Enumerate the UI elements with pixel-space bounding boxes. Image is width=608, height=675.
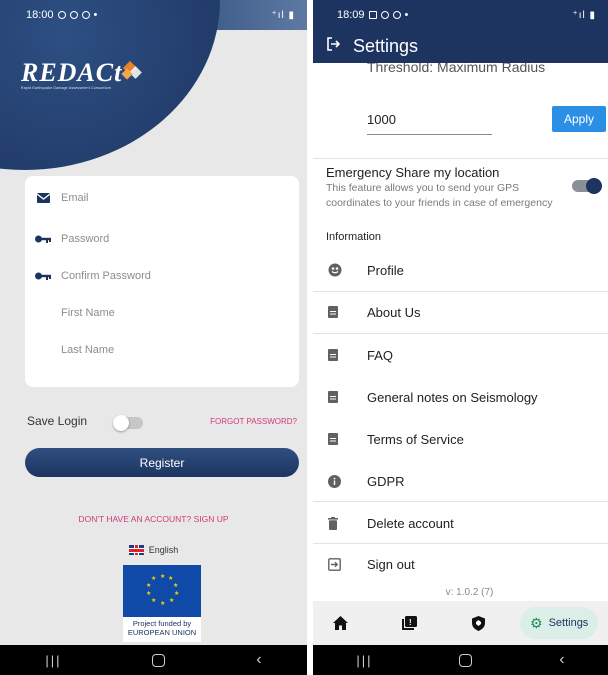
menu-item-sign-out[interactable]: Sign out — [313, 544, 608, 584]
emergency-share-toggle[interactable] — [572, 178, 602, 194]
logo-mark-icon — [121, 60, 142, 80]
sign-out-icon — [313, 557, 367, 571]
information-header: Information — [326, 231, 382, 243]
document-icon — [313, 391, 367, 403]
document-icon — [313, 349, 367, 361]
gallery-icon — [368, 11, 377, 19]
app-bar: Settings — [313, 30, 608, 63]
save-login-label: Save Login — [27, 414, 88, 428]
svg-text:!: ! — [409, 618, 412, 627]
signal-battery-icon: ⁺ıl ▮ — [271, 9, 295, 21]
redact-logo: REDACt Rapid Earthquake Damage Assessmen… — [21, 58, 151, 96]
recents-icon[interactable]: ||| — [356, 653, 372, 668]
last-name-field[interactable]: Last Name — [25, 338, 299, 362]
whatsapp-icon — [57, 11, 66, 19]
menu-item-faq[interactable]: FAQ — [313, 335, 608, 375]
key-icon — [25, 272, 61, 280]
home-icon[interactable] — [313, 616, 367, 630]
messenger-icon — [392, 11, 401, 19]
eu-caption-line2: EUROPEAN UNION — [127, 628, 197, 637]
mail-icon — [25, 193, 61, 203]
messenger-icon — [69, 11, 78, 19]
signal-battery-icon: ⁺ıl ▮ — [572, 9, 596, 21]
settings-tab[interactable]: ⚙ Settings — [520, 607, 599, 639]
shield-icon[interactable] — [451, 615, 505, 631]
info-icon — [313, 474, 367, 488]
status-bar: 18:00 • ⁺ıl ▮ — [26, 9, 295, 21]
register-button[interactable]: Register — [25, 448, 299, 477]
register-form: Email Password Confirm Password First Na… — [25, 176, 299, 387]
recents-icon[interactable]: ||| — [45, 653, 61, 668]
app-version: v: 1.0.2 (7) — [445, 587, 494, 598]
news-icon[interactable]: ! — [382, 616, 436, 630]
profile-icon — [313, 263, 367, 277]
back-icon[interactable]: ‹ — [559, 651, 564, 669]
status-time: 18:00 — [26, 9, 54, 21]
save-login-toggle[interactable] — [113, 415, 143, 431]
status-bar: 18:09 • ⁺ıl ▮ — [313, 0, 608, 30]
system-nav-bar: ||| ‹ — [0, 645, 307, 675]
home-nav-icon[interactable] — [152, 653, 166, 667]
sign-up-link[interactable]: DON'T HAVE AN ACCOUNT? SIGN UP — [0, 514, 307, 524]
trash-icon — [313, 516, 367, 530]
language-label: English — [148, 545, 179, 555]
gear-icon: ⚙ — [530, 614, 543, 631]
menu-item-about-us[interactable]: About Us — [313, 292, 608, 332]
settings-screen: 18:09 • ⁺ıl ▮ Settings Threshold: Maximu… — [313, 0, 608, 675]
menu-item-profile[interactable]: Profile — [313, 250, 608, 290]
whatsapp-icon — [380, 11, 389, 19]
page-title: Settings — [353, 36, 419, 56]
menu-item-seismology[interactable]: General notes on Seismology — [313, 377, 608, 417]
apply-button[interactable]: Apply — [552, 106, 606, 132]
menu-item-terms[interactable]: Terms of Service — [313, 419, 608, 459]
exit-icon[interactable] — [313, 37, 353, 56]
menu-item-delete-account[interactable]: Delete account — [313, 503, 608, 543]
document-icon — [313, 306, 367, 318]
register-screen: 18:00 • ⁺ıl ▮ REDACt Rapid Earthquake Da… — [0, 0, 307, 675]
emergency-share-title: Emergency Share my location — [326, 165, 500, 180]
back-icon[interactable]: ‹ — [256, 651, 261, 669]
eu-flag-icon: ★ ★ ★ ★ ★ ★ ★ ★ ★ ★ — [123, 565, 201, 617]
eu-caption-line1: Project funded by — [132, 619, 192, 628]
uk-flag-icon — [128, 545, 144, 555]
eu-funding-badge: ★ ★ ★ ★ ★ ★ ★ ★ ★ ★ Project funded by EUROPEA… — [123, 565, 201, 642]
language-selector[interactable]: English — [0, 545, 307, 555]
bottom-nav: ! ⚙ Settings — [313, 601, 608, 645]
emergency-share-description: This feature allows you to send your GPS… — [326, 182, 553, 209]
first-name-field[interactable]: First Name — [25, 301, 299, 325]
forgot-password-link[interactable]: FORGOT PASSWORD? — [210, 417, 297, 426]
email-field[interactable]: Email — [25, 186, 299, 210]
threshold-input[interactable]: 1000 — [367, 112, 396, 127]
status-time: 18:09 — [337, 9, 365, 21]
menu-item-gdpr[interactable]: GDPR — [313, 461, 608, 501]
key-icon — [25, 235, 61, 243]
messenger-icon — [81, 11, 90, 19]
home-nav-icon[interactable] — [459, 653, 473, 667]
confirm-password-field[interactable]: Confirm Password — [25, 264, 299, 288]
settings-tab-label: Settings — [548, 617, 589, 629]
threshold-label: Threshold: Maximum Radius — [367, 63, 546, 75]
system-nav-bar: ||| ‹ — [313, 645, 608, 675]
document-icon — [313, 433, 367, 445]
password-field[interactable]: Password — [25, 227, 299, 251]
